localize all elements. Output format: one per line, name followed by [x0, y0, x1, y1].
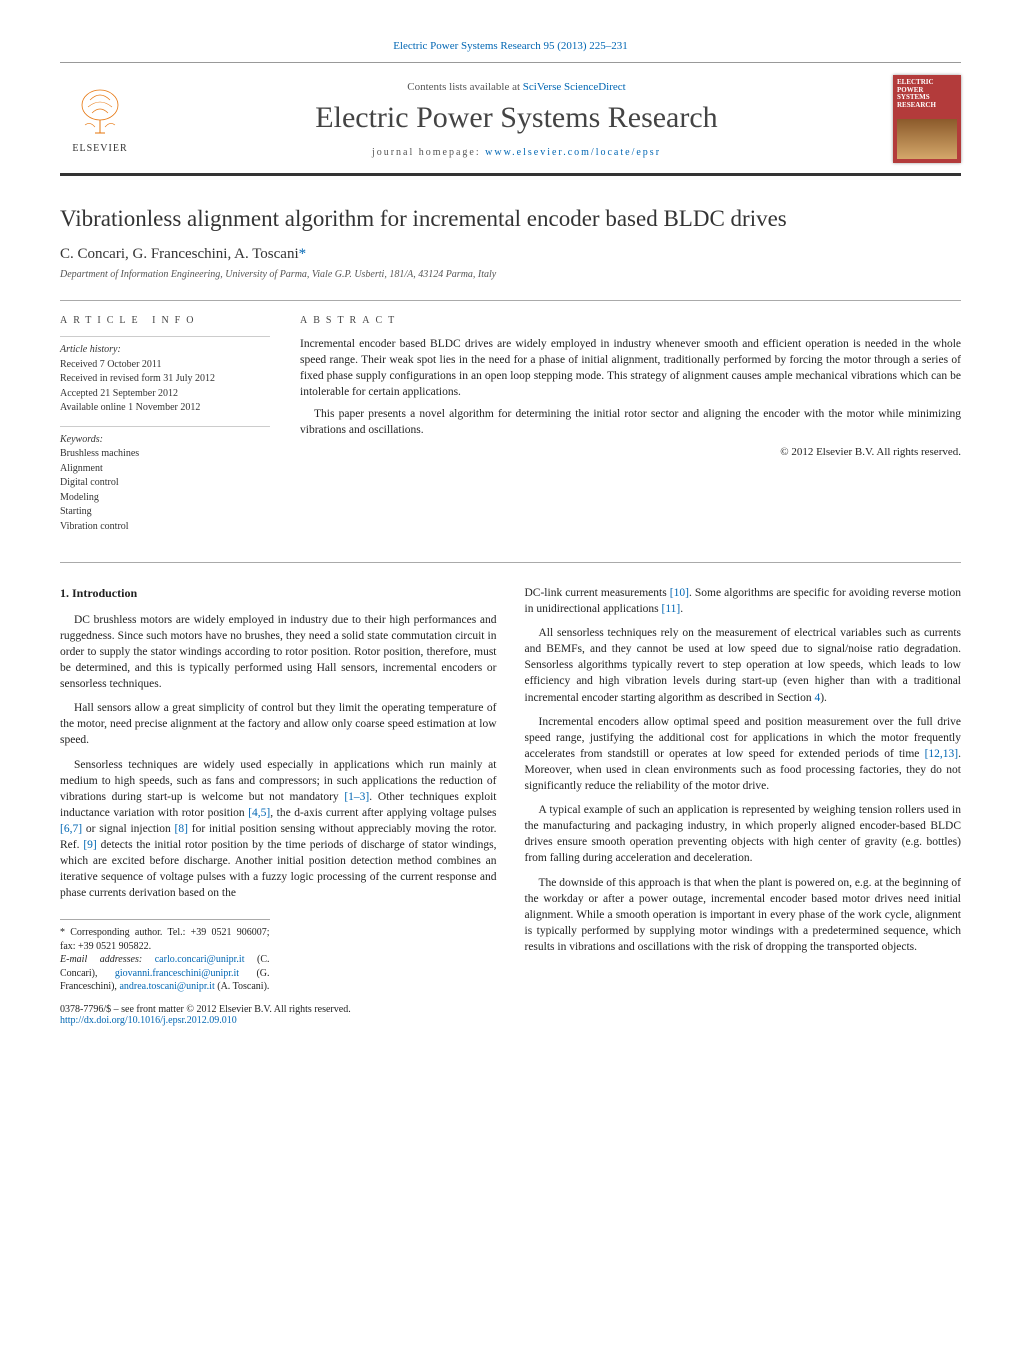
abstract-paragraph: This paper presents a novel algorithm fo…	[300, 406, 961, 438]
keyword: Modeling	[60, 491, 270, 506]
ref-link[interactable]: [4,5]	[248, 807, 270, 819]
body-paragraph: A typical example of such an application…	[525, 802, 962, 866]
publisher-logo: ELSEVIER	[60, 85, 140, 154]
journal-name: Electric Power Systems Research	[140, 101, 893, 135]
abstract-column: ABSTRACT Incremental encoder based BLDC …	[300, 315, 961, 544]
email-who: (A. Toscani).	[215, 981, 270, 992]
article-title: Vibrationless alignment algorithm for in…	[60, 206, 961, 232]
email-link[interactable]: giovanni.franceschini@unipr.it	[115, 968, 239, 979]
doi-footer: 0378-7796/$ – see front matter © 2012 El…	[60, 1004, 961, 1026]
history-accepted: Accepted 21 September 2012	[60, 387, 270, 402]
journal-homepage: journal homepage: www.elsevier.com/locat…	[140, 147, 893, 158]
publisher-name: ELSEVIER	[60, 143, 140, 154]
affiliation: Department of Information Engineering, U…	[60, 269, 961, 280]
article-info-label: ARTICLE INFO	[60, 315, 270, 326]
keywords-block: Keywords: Brushless machines Alignment D…	[60, 426, 270, 535]
body-paragraph: Sensorless techniques are widely used es…	[60, 757, 497, 902]
text-span: detects the initial rotor position by th…	[60, 839, 497, 899]
history-revised: Received in revised form 31 July 2012	[60, 372, 270, 387]
cover-title: ELECTRIC POWER SYSTEMS RESEARCH	[897, 79, 957, 110]
cover-image-icon	[897, 119, 957, 159]
text-span: DC-link current measurements	[525, 587, 670, 599]
body-text: 1. Introduction DC brushless motors are …	[60, 585, 961, 994]
body-paragraph: DC-link current measurements [10]. Some …	[525, 585, 962, 617]
column-right: DC-link current measurements [10]. Some …	[525, 585, 962, 994]
article-info-sidebar: ARTICLE INFO Article history: Received 7…	[60, 315, 270, 544]
history-online: Available online 1 November 2012	[60, 401, 270, 416]
elsevier-tree-icon	[60, 85, 140, 143]
body-paragraph: Hall sensors allow a great simplicity of…	[60, 700, 497, 748]
journal-header: ELSEVIER Contents lists available at Sci…	[60, 62, 961, 176]
ref-link[interactable]: [11]	[662, 603, 681, 615]
body-paragraph: DC brushless motors are widely employed …	[60, 612, 497, 692]
abstract-label: ABSTRACT	[300, 315, 961, 326]
journal-citation: Electric Power Systems Research 95 (2013…	[60, 40, 961, 52]
homepage-link[interactable]: www.elsevier.com/locate/epsr	[485, 147, 661, 158]
text-span: , the d-axis current after applying volt…	[270, 807, 496, 819]
doi-link[interactable]: http://dx.doi.org/10.1016/j.epsr.2012.09…	[60, 1015, 237, 1026]
section-heading: 1. Introduction	[60, 585, 497, 602]
text-span: ).	[820, 692, 827, 704]
body-paragraph: The downside of this approach is that wh…	[525, 875, 962, 955]
contents-prefix: Contents lists available at	[407, 81, 522, 93]
ref-link[interactable]: [12,13]	[925, 748, 959, 760]
ref-link[interactable]: [8]	[175, 823, 188, 835]
text-span: Incremental encoders allow optimal speed…	[525, 716, 962, 760]
history-label: Article history:	[60, 343, 270, 358]
footnotes: * Corresponding author. Tel.: +39 0521 9…	[60, 919, 270, 994]
email-link[interactable]: andrea.toscani@unipr.it	[119, 981, 214, 992]
keyword: Brushless machines	[60, 447, 270, 462]
homepage-prefix: journal homepage:	[372, 147, 485, 158]
issn-line: 0378-7796/$ – see front matter © 2012 El…	[60, 1004, 961, 1015]
corresponding-note: * Corresponding author. Tel.: +39 0521 9…	[60, 926, 270, 953]
journal-cover-thumbnail: ELECTRIC POWER SYSTEMS RESEARCH	[893, 75, 961, 163]
email-link[interactable]: carlo.concari@unipr.it	[155, 954, 245, 965]
keyword: Digital control	[60, 476, 270, 491]
email-label: E-mail addresses:	[60, 954, 155, 965]
ref-link[interactable]: [9]	[83, 839, 96, 851]
corresponding-marker[interactable]: *	[299, 246, 307, 262]
text-span: All sensorless techniques rely on the me…	[525, 627, 962, 703]
column-left: 1. Introduction DC brushless motors are …	[60, 585, 497, 994]
keyword: Alignment	[60, 462, 270, 477]
email-addresses: E-mail addresses: carlo.concari@unipr.it…	[60, 953, 270, 994]
ref-link[interactable]: [6,7]	[60, 823, 82, 835]
article-history: Article history: Received 7 October 2011…	[60, 336, 270, 416]
ref-link[interactable]: [10]	[670, 587, 689, 599]
authors-line: C. Concari, G. Franceschini, A. Toscani*	[60, 246, 961, 263]
history-received: Received 7 October 2011	[60, 358, 270, 373]
contents-available: Contents lists available at SciVerse Sci…	[140, 81, 893, 93]
abstract-copyright: © 2012 Elsevier B.V. All rights reserved…	[300, 445, 961, 460]
abstract-paragraph: Incremental encoder based BLDC drives ar…	[300, 336, 961, 400]
sciencedirect-link[interactable]: SciVerse ScienceDirect	[523, 81, 626, 93]
body-paragraph: All sensorless techniques rely on the me…	[525, 625, 962, 705]
keyword: Starting	[60, 505, 270, 520]
ref-link[interactable]: [1–3]	[344, 791, 369, 803]
body-paragraph: Incremental encoders allow optimal speed…	[525, 714, 962, 794]
text-span: or signal injection	[82, 823, 174, 835]
keywords-label: Keywords:	[60, 433, 270, 448]
authors-text: C. Concari, G. Franceschini, A. Toscani	[60, 246, 299, 262]
keyword: Vibration control	[60, 520, 270, 535]
text-span: .	[680, 603, 683, 615]
